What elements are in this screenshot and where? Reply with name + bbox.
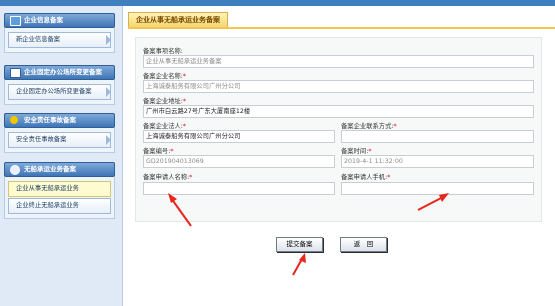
chevron-right-icon (106, 35, 111, 45)
sidebar-item-label: 企业固定办公场所变更备案 (16, 88, 92, 95)
sidebar-item-label: 新企业信息备案 (16, 36, 61, 43)
sidebar-item-new-company-info[interactable]: 新企业信息备案 (8, 32, 111, 48)
sidebar-section-title: 无船承运业务备案 (24, 165, 76, 173)
main-content: 企业从事无船承运业务备案 备案事项名称: 企业从事无船承运业务备案 备案企业名称… (128, 10, 555, 306)
sidebar: 企业信息备案 新企业信息备案 企业固定办公场所变更备案 企业固定办公场所变更备案… (0, 6, 123, 306)
company-name-field: 上海诚泰船务有限公司广州分公司 (143, 80, 534, 93)
contact-label: 备案企业联系方式:* (341, 123, 397, 130)
sidebar-section-header[interactable]: 企业固定办公场所变更备案 (4, 65, 115, 80)
sidebar-section-header[interactable]: 无船承运业务备案 (4, 162, 115, 177)
legal-person-input[interactable]: 上海诚泰船务有限公司广州分公司 (143, 130, 335, 143)
sidebar-section-body: 企业从事无船承运业务 企业终止无船承运业务 (4, 177, 115, 219)
chevron-right-icon (106, 87, 111, 97)
sidebar-section-nvocc: 无船承运业务备案 企业从事无船承运业务 企业终止无船承运业务 (4, 162, 115, 219)
sidebar-item-nvocc-start[interactable]: 企业从事无船承运业务 (8, 181, 111, 197)
page-title-tab[interactable]: 企业从事无船承运业务备案 (128, 12, 228, 28)
sidebar-item-safety-accident[interactable]: 安全责任事故备案 (8, 132, 111, 148)
record-time-field: 2019-4-1 11:32:00 (341, 155, 534, 168)
record-no-field: GD201904013069 (143, 155, 335, 168)
submit-button[interactable]: 提交备案 (276, 237, 323, 252)
sidebar-section-title: 安全责任事故备案 (24, 116, 76, 124)
applicant-name-label: 备案申请人名称:* (143, 174, 193, 181)
applicant-phone-label: 备案申请人手机:* (341, 174, 391, 181)
sidebar-item-label: 企业从事无船承运业务 (16, 185, 79, 192)
company-address-input[interactable]: 广州市白云路27号广东大厦南座12楼 (143, 105, 534, 118)
back-button[interactable]: 返 回 (340, 237, 387, 252)
chevron-right-icon (106, 135, 111, 145)
document-icon (10, 68, 21, 78)
record-name-label: 备案事项名称: (143, 48, 183, 55)
user-icon (10, 165, 20, 175)
sidebar-section-header[interactable]: 企业信息备案 (4, 13, 115, 28)
warning-icon (10, 116, 18, 124)
sidebar-item-nvocc-terminate[interactable]: 企业终止无船承运业务 (8, 198, 111, 214)
record-no-label: 备案编号:* (143, 148, 174, 155)
folder-icon (10, 16, 21, 26)
record-time-label: 备案时间:* (341, 148, 372, 155)
sidebar-section-company-info: 企业信息备案 新企业信息备案 (4, 13, 115, 53)
form-panel: 备案事项名称: 企业从事无船承运业务备案 备案企业名称:* 上海诚泰船务有限公司… (135, 37, 542, 222)
tab-underline (128, 27, 555, 29)
sidebar-item-label: 安全责任事故备案 (16, 136, 67, 143)
applicant-name-input[interactable] (143, 182, 335, 195)
sidebar-section-body: 企业固定办公场所变更备案 (4, 80, 115, 105)
company-name-label: 备案企业名称:* (143, 73, 187, 80)
sidebar-section-office-change: 企业固定办公场所变更备案 企业固定办公场所变更备案 (4, 65, 115, 105)
company-address-label: 备案企业地址:* (143, 98, 187, 105)
sidebar-section-body: 安全责任事故备案 (4, 128, 115, 153)
legal-person-label: 备案企业法人:* (143, 123, 187, 130)
sidebar-section-title: 企业信息备案 (24, 16, 63, 24)
sidebar-section-header[interactable]: 安全责任事故备案 (4, 113, 115, 128)
record-name-field: 企业从事无船承运业务备案 (143, 55, 534, 68)
applicant-phone-input[interactable] (341, 182, 534, 195)
sidebar-item-office-change[interactable]: 企业固定办公场所变更备案 (8, 84, 111, 100)
sidebar-section-safety: 安全责任事故备案 安全责任事故备案 (4, 113, 115, 153)
sidebar-item-label: 企业终止无船承运业务 (16, 202, 79, 209)
sidebar-section-body: 新企业信息备案 (4, 28, 115, 53)
contact-input[interactable] (341, 130, 534, 143)
sidebar-section-title: 企业固定办公场所变更备案 (24, 68, 102, 76)
